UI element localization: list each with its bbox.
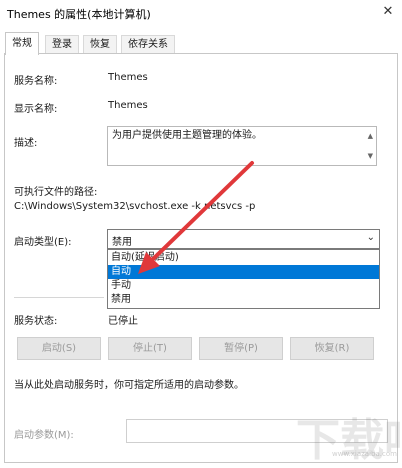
annotation-arrow-icon bbox=[138, 161, 254, 274]
